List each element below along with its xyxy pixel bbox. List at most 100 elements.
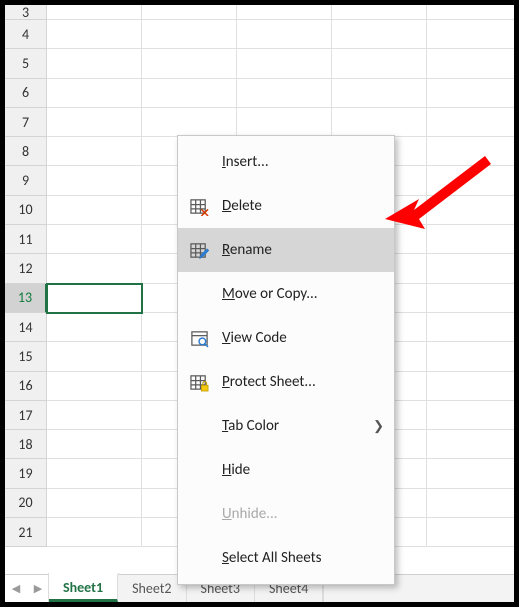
cell[interactable]: [47, 20, 142, 49]
menu-item-label: Select All Sheets: [222, 549, 382, 567]
cell[interactable]: [47, 313, 142, 342]
row-header[interactable]: 10: [5, 196, 47, 225]
menu-item-rename[interactable]: Rename: [178, 228, 394, 272]
row-header[interactable]: 3: [5, 5, 47, 20]
tab-nav-next[interactable]: ▶: [27, 575, 49, 602]
blank-icon: [188, 503, 210, 525]
cell[interactable]: [47, 284, 142, 313]
menu-item-label: Unhide...: [222, 505, 382, 523]
row-header[interactable]: 18: [5, 430, 47, 459]
cell[interactable]: [47, 518, 142, 547]
tab-nav-prev[interactable]: ◀: [5, 575, 27, 602]
cell[interactable]: [427, 489, 519, 518]
cell[interactable]: [427, 79, 519, 108]
row-header[interactable]: 5: [5, 49, 47, 78]
cell[interactable]: [427, 518, 519, 547]
cell[interactable]: [47, 342, 142, 371]
cell[interactable]: [427, 372, 519, 401]
cell[interactable]: [332, 108, 427, 137]
cell[interactable]: [427, 430, 519, 459]
cell[interactable]: [47, 166, 142, 195]
cell[interactable]: [142, 20, 237, 49]
cell[interactable]: [47, 79, 142, 108]
cell[interactable]: [332, 5, 427, 20]
cell[interactable]: [47, 401, 142, 430]
row-header[interactable]: 4: [5, 20, 47, 49]
cell[interactable]: [427, 108, 519, 137]
menu-item-label: Rename: [222, 241, 382, 259]
row-header[interactable]: 15: [5, 342, 47, 371]
row-header[interactable]: 19: [5, 459, 47, 488]
cell[interactable]: [237, 79, 332, 108]
cell[interactable]: [142, 49, 237, 78]
cell[interactable]: [47, 254, 142, 283]
cell[interactable]: [427, 137, 519, 166]
cell[interactable]: [427, 254, 519, 283]
row-header[interactable]: 7: [5, 108, 47, 137]
cell[interactable]: [427, 20, 519, 49]
cell[interactable]: [47, 49, 142, 78]
blank-icon: [188, 459, 210, 481]
row-header[interactable]: 11: [5, 225, 47, 254]
row-header[interactable]: 17: [5, 401, 47, 430]
sheet-tab-context-menu: Insert... Delete Rename Move or Copy... V…: [177, 135, 395, 585]
cell[interactable]: [47, 372, 142, 401]
row-header[interactable]: 8: [5, 137, 47, 166]
row-header[interactable]: 6: [5, 79, 47, 108]
cell[interactable]: [332, 79, 427, 108]
cell[interactable]: [427, 225, 519, 254]
cell[interactable]: [237, 49, 332, 78]
cell[interactable]: [237, 108, 332, 137]
cell[interactable]: [47, 5, 142, 20]
excel-window: 3456789101112131415161718192021 ◀ ▶ Shee…: [0, 0, 519, 607]
cell[interactable]: [47, 108, 142, 137]
row-header[interactable]: 14: [5, 313, 47, 342]
cell[interactable]: [427, 166, 519, 195]
cell[interactable]: [47, 430, 142, 459]
row-header[interactable]: 13: [5, 284, 47, 313]
row-header[interactable]: 16: [5, 372, 47, 401]
menu-item-hide[interactable]: Hide: [178, 448, 394, 492]
menu-item-tabcolor[interactable]: Tab Color❯: [178, 404, 394, 448]
cell[interactable]: [142, 108, 237, 137]
menu-item-selall[interactable]: Select All Sheets: [178, 536, 394, 580]
cell[interactable]: [427, 401, 519, 430]
cell[interactable]: [47, 489, 142, 518]
menu-item-protect[interactable]: Protect Sheet...: [178, 360, 394, 404]
row-header[interactable]: 20: [5, 489, 47, 518]
row-header[interactable]: 9: [5, 166, 47, 195]
menu-item-label: View Code: [222, 329, 382, 347]
cell[interactable]: [427, 284, 519, 313]
code-icon: [188, 327, 210, 349]
cell[interactable]: [427, 196, 519, 225]
menu-item-delete[interactable]: Delete: [178, 184, 394, 228]
row-header-column: 3456789101112131415161718192021: [5, 5, 47, 602]
sheet-tab-sheet1[interactable]: Sheet1: [49, 573, 118, 602]
cell[interactable]: [237, 5, 332, 20]
blank-icon: [188, 547, 210, 569]
cell[interactable]: [427, 459, 519, 488]
menu-item-move[interactable]: Move or Copy...: [178, 272, 394, 316]
cell[interactable]: [332, 20, 427, 49]
cell[interactable]: [237, 20, 332, 49]
cell[interactable]: [427, 342, 519, 371]
cell[interactable]: [47, 225, 142, 254]
cell[interactable]: [47, 196, 142, 225]
row-header[interactable]: 12: [5, 254, 47, 283]
cell[interactable]: [142, 79, 237, 108]
cell[interactable]: [47, 459, 142, 488]
menu-item-label: Delete: [222, 197, 382, 215]
menu-item-code[interactable]: View Code: [178, 316, 394, 360]
blank-icon: [188, 415, 210, 437]
cell[interactable]: [47, 137, 142, 166]
menu-item-label: Hide: [222, 461, 382, 479]
cell[interactable]: [427, 49, 519, 78]
menu-item-insert[interactable]: Insert...: [178, 140, 394, 184]
cell[interactable]: [142, 5, 237, 20]
cell[interactable]: [427, 313, 519, 342]
cell[interactable]: [427, 5, 519, 20]
cell[interactable]: [332, 49, 427, 78]
menu-item-label: Tab Color: [222, 417, 382, 435]
menu-item-unhide: Unhide...: [178, 492, 394, 536]
row-header[interactable]: 21: [5, 518, 47, 547]
